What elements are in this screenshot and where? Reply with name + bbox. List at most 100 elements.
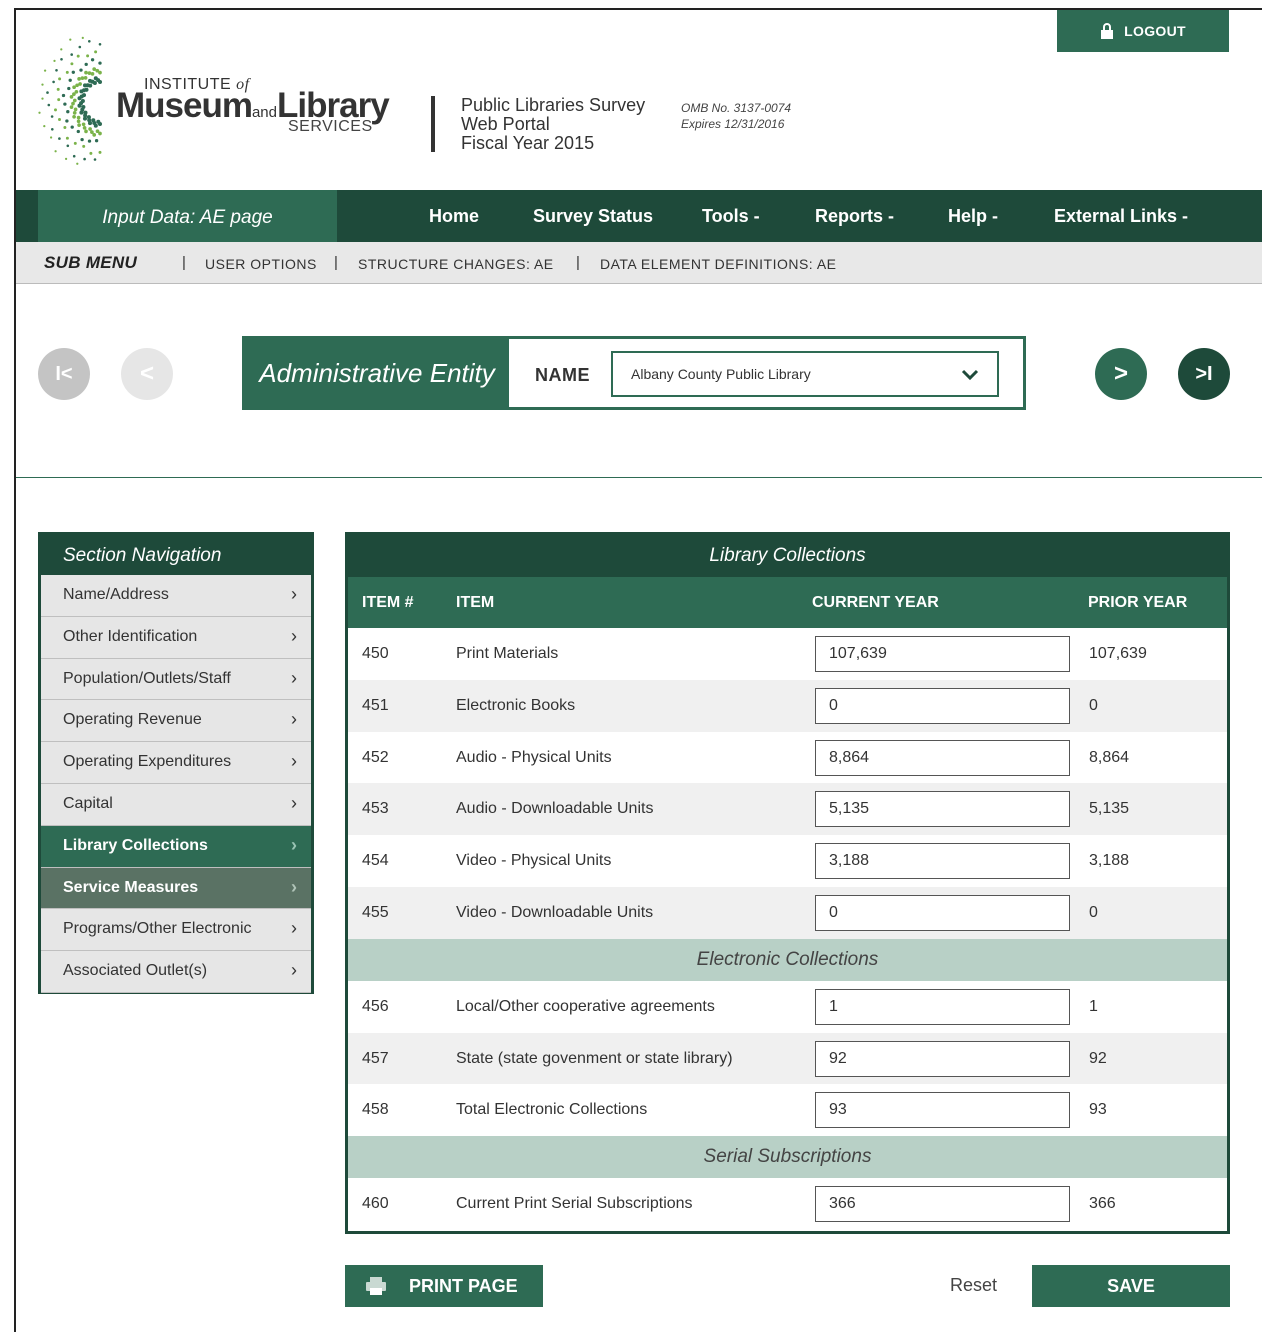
item-label: Local/Other cooperative agreements xyxy=(456,997,715,1015)
section-nav-item[interactable]: Library Collections › xyxy=(41,825,311,868)
nav-survey-status[interactable]: Survey Status xyxy=(533,190,653,242)
imls-logo[interactable]: INSTITUTE of MuseumandLibrary SERVICES xyxy=(38,36,390,168)
logout-label: LOGOUT xyxy=(1124,23,1186,39)
first-record-button[interactable]: I< xyxy=(38,348,90,400)
print-page-label: PRINT PAGE xyxy=(409,1275,518,1296)
table-row: 453 Audio - Downloadable Units 5,135 xyxy=(348,783,1227,836)
section-nav-item[interactable]: Other Identification › xyxy=(41,616,311,659)
col-item: ITEM xyxy=(456,594,495,611)
section-nav-item[interactable]: Service Measures › xyxy=(41,867,311,910)
lock-icon xyxy=(1101,23,1114,39)
nav-help[interactable]: Help - xyxy=(948,190,998,242)
last-record-button[interactable]: >I xyxy=(1178,348,1230,400)
item-number: 456 xyxy=(362,997,389,1015)
next-record-button[interactable]: > xyxy=(1095,348,1147,400)
logo-word-museum: Museum xyxy=(116,86,253,125)
omb-expiry: Expires 12/31/2016 xyxy=(681,117,785,131)
table-row: 451 Electronic Books 0 xyxy=(348,679,1227,732)
current-year-input[interactable] xyxy=(815,1186,1070,1223)
print-page-button[interactable]: PRINT PAGE xyxy=(345,1265,543,1307)
sub-menu-data-element-definitions[interactable]: DATA ELEMENT DEFINITIONS: AE xyxy=(600,256,837,272)
portal-line-2: Web Portal xyxy=(461,114,550,134)
current-year-input[interactable] xyxy=(815,1092,1070,1129)
item-label: Total Electronic Collections xyxy=(456,1101,648,1119)
current-year-input[interactable] xyxy=(815,636,1070,672)
item-label: Video - Downloadable Units xyxy=(456,903,654,921)
current-year-input[interactable] xyxy=(815,739,1070,776)
current-year-input[interactable] xyxy=(815,843,1070,880)
item-label: Print Materials xyxy=(456,645,559,662)
item-number: 450 xyxy=(362,645,389,662)
section-nav-item[interactable]: Associated Outlet(s) › xyxy=(41,951,311,993)
nav-home[interactable]: Home xyxy=(429,190,479,242)
chevron-right-icon: › xyxy=(291,709,297,730)
current-year-input[interactable] xyxy=(815,687,1070,724)
section-nav-label: Population/Outlets/Staff xyxy=(63,669,231,687)
prior-year-value: 5,135 xyxy=(1089,800,1130,818)
item-number: 457 xyxy=(362,1049,389,1067)
nav-reports[interactable]: Reports - xyxy=(815,190,894,242)
subhead-electronic-collections: Electronic Collections xyxy=(348,938,1227,981)
chevron-right-icon: > xyxy=(1113,360,1128,387)
table-row: 450 Print Materials 107,639 xyxy=(348,628,1227,680)
sub-menu-structure-changes[interactable]: STRUCTURE CHANGES: AE xyxy=(358,256,554,272)
entity-name-label: NAME xyxy=(535,365,590,385)
prior-year-value: 0 xyxy=(1089,696,1098,714)
col-prior-year: PRIOR YEAR xyxy=(1088,594,1188,611)
reset-link[interactable]: Reset xyxy=(950,1275,997,1296)
logo-burst-icon xyxy=(38,36,103,165)
omb-info: OMB No. 3137-0074 Expires 12/31/2016 xyxy=(681,100,791,132)
section-nav-item[interactable]: Operating Expenditures › xyxy=(41,742,311,784)
current-year-input[interactable] xyxy=(815,894,1070,931)
item-number: 454 xyxy=(362,852,389,870)
item-number: 455 xyxy=(362,903,389,921)
section-nav-label: Capital xyxy=(63,794,113,812)
section-navigation: Section Navigation Name/Address › Other Id… xyxy=(38,532,314,994)
portal-line-1: Public Libraries Survey xyxy=(461,95,646,115)
item-number: 451 xyxy=(362,696,389,714)
item-label: Current Print Serial Subscriptions xyxy=(456,1195,693,1213)
entity-title: Administrative Entity xyxy=(245,339,509,407)
prior-year-value: 366 xyxy=(1089,1195,1116,1213)
printer-icon xyxy=(366,1277,386,1295)
section-nav-item[interactable]: Population/Outlets/Staff › xyxy=(41,658,311,701)
nav-tools[interactable]: Tools - xyxy=(702,190,760,242)
table-row: 454 Video - Physical Units 3,188 xyxy=(348,835,1227,887)
section-nav-label: Name/Address xyxy=(63,586,169,603)
section-divider xyxy=(16,477,1262,478)
section-nav-item[interactable]: Capital › xyxy=(41,783,311,826)
logout-button[interactable]: LOGOUT xyxy=(1057,10,1229,52)
col-current-year: CURRENT YEAR xyxy=(812,594,939,611)
section-nav-item[interactable]: Programs/Other Electronic › xyxy=(41,909,311,952)
previous-record-button[interactable]: < xyxy=(121,348,173,400)
item-label: Audio - Physical Units xyxy=(456,748,612,766)
current-year-input[interactable] xyxy=(815,791,1070,828)
prior-year-value: 107,639 xyxy=(1089,645,1147,662)
current-year-input[interactable] xyxy=(815,1040,1070,1077)
chevron-left-icon: < xyxy=(139,360,154,387)
sub-menu-separator: | xyxy=(334,254,338,271)
sub-menu-user-options[interactable]: USER OPTIONS xyxy=(205,256,317,272)
section-nav-label: Library Collections xyxy=(63,836,208,854)
prior-year-value: 93 xyxy=(1089,1101,1107,1119)
chevron-down-icon xyxy=(961,369,979,381)
logo-word-services: SERVICES xyxy=(288,118,373,135)
save-button[interactable]: SAVE xyxy=(1032,1265,1230,1307)
subhead-serial-subscriptions: Serial Subscriptions xyxy=(348,1136,1227,1179)
item-label: Video - Physical Units xyxy=(456,852,612,870)
main-nav-bar: Input Data: AE page Home Survey Status T… xyxy=(16,190,1262,242)
section-nav-item[interactable]: Name/Address › xyxy=(41,575,311,617)
table-row: 455 Video - Downloadable Units 0 xyxy=(348,886,1227,939)
section-nav-item[interactable]: Operating Revenue › xyxy=(41,700,311,743)
chevron-right-icon: › xyxy=(291,667,297,688)
entity-name-dropdown[interactable]: Albany County Public Library xyxy=(611,351,999,397)
table-title: Library Collections xyxy=(348,535,1227,577)
chevron-right-icon: › xyxy=(291,834,297,855)
current-year-input[interactable] xyxy=(815,988,1070,1025)
nav-external-links[interactable]: External Links - xyxy=(1054,190,1188,242)
item-number: 460 xyxy=(362,1195,389,1213)
item-label: Electronic Books xyxy=(456,696,576,714)
prior-year-value: 0 xyxy=(1089,903,1098,921)
chevron-right-icon: › xyxy=(291,584,297,604)
prior-year-value: 92 xyxy=(1089,1049,1107,1067)
